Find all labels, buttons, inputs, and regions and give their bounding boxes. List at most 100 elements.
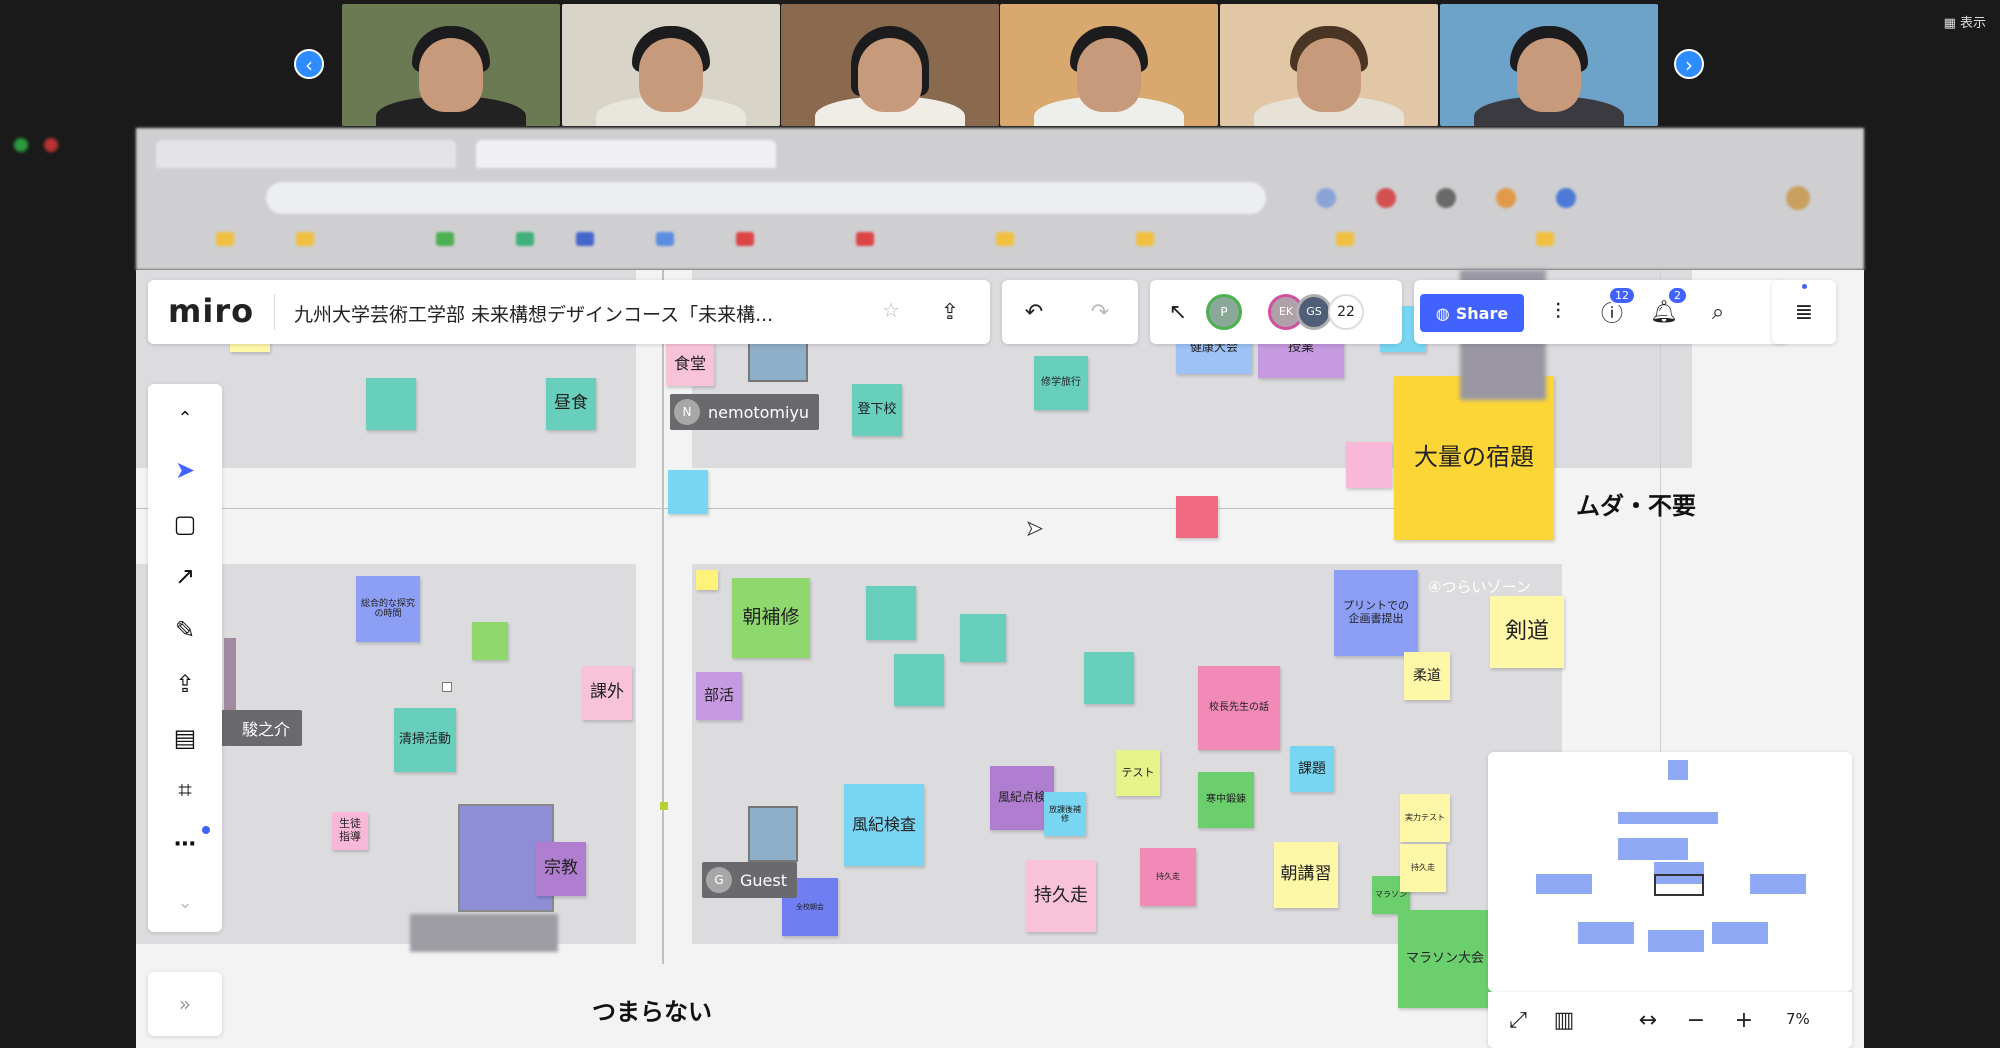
bookmark-icon[interactable]	[216, 232, 234, 246]
participant-video-2[interactable]	[562, 4, 780, 126]
sticky-note[interactable]: 柔道	[1404, 652, 1450, 700]
participant-video-1[interactable]	[342, 4, 560, 126]
export-icon[interactable]: ⇪	[930, 292, 970, 332]
collaborator-count[interactable]: 22	[1328, 294, 1364, 330]
bookmark-icon[interactable]	[296, 232, 314, 246]
fit-to-screen-icon[interactable]: ↔	[1628, 1000, 1668, 1040]
sticky-note[interactable]	[668, 470, 708, 514]
sticky-note[interactable]: 剣道	[1490, 596, 1564, 668]
sticky-note[interactable]: 修学旅行	[1034, 356, 1088, 410]
sticky-note[interactable]: 持久走	[1140, 848, 1196, 906]
collapse-down-icon[interactable]: ⌄	[163, 880, 207, 924]
notifications-button[interactable]: 🔔︎ 2	[1644, 286, 1688, 332]
sticky-note[interactable]: 寒中鍛錬	[1198, 772, 1254, 828]
map-icon[interactable]: ▥	[1544, 1000, 1584, 1040]
redo-icon[interactable]: ↷	[1080, 292, 1120, 332]
bookmark-icon[interactable]	[516, 232, 534, 246]
pen-tool-icon[interactable]: ✎	[163, 608, 207, 652]
browser-tab-1[interactable]	[156, 140, 456, 168]
sticky-note[interactable]	[894, 654, 944, 706]
collapse-up-icon[interactable]: ⌃	[163, 396, 207, 440]
bookmark-icon[interactable]	[996, 232, 1014, 246]
zoom-out-icon[interactable]: −	[1676, 1000, 1716, 1040]
sticky-note[interactable]	[1346, 442, 1392, 488]
bookmark-icon[interactable]	[736, 232, 754, 246]
avatar[interactable]: P	[1206, 294, 1242, 330]
image-placeholder[interactable]	[410, 914, 558, 952]
expand-panel-button[interactable]: »	[148, 972, 222, 1036]
sticky-note[interactable]: 風紀検査	[844, 784, 924, 866]
bookmark-icon[interactable]	[1336, 232, 1354, 246]
sticky-note[interactable]: 持久走	[1400, 844, 1446, 892]
profile-icon[interactable]	[1786, 186, 1810, 210]
participant-video-5[interactable]	[1220, 4, 1438, 126]
settings-sliders-icon[interactable]: ⫶	[1538, 292, 1578, 332]
sticky-note[interactable]: テスト	[1116, 750, 1160, 796]
notes-panel-button[interactable]: ≣	[1772, 280, 1836, 344]
image-placeholder[interactable]	[748, 806, 798, 862]
view-button[interactable]: ▦ 表示	[1944, 12, 1986, 31]
sticky-note[interactable]: 総合的な探究 の時間	[356, 576, 420, 642]
frame-tool-icon[interactable]: ⌗	[163, 768, 207, 812]
sticky-note[interactable]: 持久走	[1026, 860, 1096, 932]
sticky-note[interactable]: 登下校	[852, 384, 902, 436]
sticky-note[interactable]: 課外	[582, 666, 632, 720]
participant-video-6[interactable]	[1440, 4, 1658, 126]
minimap[interactable]	[1488, 752, 1852, 992]
sticky-note[interactable]: 朝補修	[732, 578, 810, 658]
help-button[interactable]: ⓘ 12	[1592, 286, 1636, 332]
zoom-in-icon[interactable]: +	[1724, 1000, 1764, 1040]
arrow-tool-icon[interactable]: ↗	[163, 554, 207, 598]
sticky-note[interactable]	[1084, 652, 1134, 704]
sticky-note[interactable]	[960, 614, 1006, 662]
star-icon[interactable]: ☆	[882, 298, 900, 322]
search-icon[interactable]: ⌕	[1698, 292, 1738, 332]
fullscreen-icon[interactable]: ⤢	[1498, 1000, 1538, 1040]
sticky-note[interactable]: 昼食	[546, 378, 596, 430]
participant-video-4[interactable]	[1000, 4, 1218, 126]
sticky-note[interactable]	[1176, 496, 1218, 538]
sticky-note[interactable]: 課題	[1290, 746, 1334, 792]
avatar[interactable]: GS	[1296, 294, 1332, 330]
sticky-note[interactable]: 食堂	[666, 342, 714, 386]
upload-tool-icon[interactable]: ⇪	[163, 662, 207, 706]
prev-participants-button[interactable]: ‹	[294, 49, 324, 79]
comment-tool-icon[interactable]: ▤	[163, 716, 207, 760]
sticky-note[interactable]: 校長先生の話	[1198, 666, 1280, 750]
bookmark-icon[interactable]	[656, 232, 674, 246]
miro-logo[interactable]: miro	[168, 292, 254, 330]
zoom-level[interactable]: 7%	[1786, 1010, 1810, 1028]
sticky-note[interactable]: 宗教	[536, 842, 586, 896]
miro-board-canvas[interactable]: ムダ・不要 つまらない ④つらいゾーン 食堂 昼食 登下校 修学旅行 健康大会 …	[136, 270, 1864, 1048]
sticky-note[interactable]	[366, 378, 416, 430]
undo-icon[interactable]: ↶	[1014, 292, 1054, 332]
image-placeholder[interactable]	[224, 638, 236, 718]
sticky-note[interactable]: 朝講習	[1274, 842, 1338, 908]
browser-tab-2[interactable]	[476, 140, 776, 168]
sticky-note[interactable]: 実力テスト	[1400, 794, 1450, 842]
bookmark-icon[interactable]	[1136, 232, 1154, 246]
sticky-note[interactable]	[696, 570, 718, 590]
shape-tool-icon[interactable]: ▢	[163, 502, 207, 546]
sticky-note[interactable]: 放課後補修	[1044, 792, 1086, 836]
bookmark-icon[interactable]	[856, 232, 874, 246]
address-bar[interactable]	[266, 182, 1266, 214]
sticky-note[interactable]: 部活	[696, 672, 742, 720]
board-title[interactable]: 九州大学芸術工学部 未来構想デザインコース「未来構...	[294, 300, 854, 327]
bookmark-icon[interactable]	[1536, 232, 1554, 246]
sticky-note[interactable]	[866, 586, 916, 640]
sticky-note[interactable]	[472, 622, 508, 660]
sticky-note[interactable]: 清掃活動	[394, 708, 456, 772]
participant-video-3[interactable]	[781, 4, 999, 126]
cursor-mode-icon[interactable]: ↖	[1158, 292, 1198, 332]
next-participants-button[interactable]: ›	[1674, 49, 1704, 79]
sticky-note[interactable]: マラソン大会	[1398, 910, 1492, 1008]
sticky-note[interactable]: 生徒 指導	[332, 812, 368, 850]
sticky-note[interactable]: 大量の宿題	[1394, 376, 1554, 540]
share-button[interactable]: ◍ Share	[1420, 294, 1524, 332]
more-tools-icon[interactable]: ⋯	[163, 822, 207, 866]
minimap-viewport[interactable]	[1654, 874, 1704, 896]
sticky-note[interactable]: プリントでの 企画書提出	[1334, 570, 1418, 656]
select-tool-icon[interactable]: ➤	[163, 448, 207, 492]
resize-handle[interactable]	[442, 682, 452, 692]
